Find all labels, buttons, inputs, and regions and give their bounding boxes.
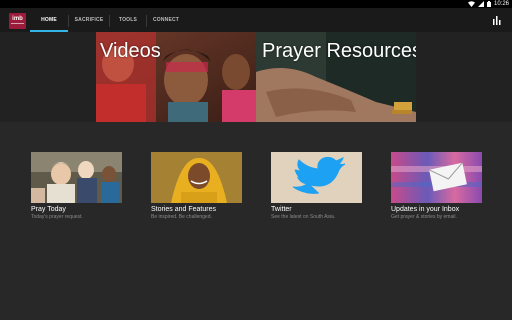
tab-sacrifice[interactable]: SACRIFICE xyxy=(69,8,109,32)
overflow-menu-icon[interactable] xyxy=(493,15,501,25)
wifi-icon xyxy=(467,1,475,7)
prayer-resources-label: Prayer Resources xyxy=(262,40,416,62)
tab-home[interactable]: HOME xyxy=(30,8,68,32)
card-twitter[interactable]: Twitter See the latest on South Asia. xyxy=(271,152,362,221)
card-subtitle: Get prayer & stories by email. xyxy=(391,214,457,220)
card-subtitle: Be inspired. Be challenged. xyxy=(151,214,212,220)
logo-text: imb xyxy=(12,16,23,22)
stories-thumbnail xyxy=(151,152,242,203)
card-title: Twitter xyxy=(271,206,292,213)
card-pray-today[interactable]: Pray Today Today's prayer request. xyxy=(31,152,122,221)
tab-tools[interactable]: TOOLS xyxy=(110,8,146,32)
tab-tools-label: TOOLS xyxy=(118,17,138,23)
status-time: 10:26 xyxy=(493,1,509,7)
status-bar: 10:26 xyxy=(0,0,512,8)
tab-sacrifice-label: SACRIFICE xyxy=(74,17,104,23)
tab-home-label: HOME xyxy=(41,17,57,23)
card-title: Updates in your Inbox xyxy=(391,206,460,213)
imb-logo: imb xyxy=(9,13,26,29)
twitter-thumbnail xyxy=(271,152,362,203)
card-title: Pray Today xyxy=(31,206,66,213)
battery-icon xyxy=(486,1,491,7)
updates-thumbnail xyxy=(391,152,482,203)
pray-today-thumbnail xyxy=(31,152,122,203)
logo-underline xyxy=(11,23,24,24)
active-tab-indicator xyxy=(30,30,68,32)
prayer-resources-banner[interactable]: Prayer Resources xyxy=(256,32,416,122)
card-updates-inbox[interactable]: Updates in your Inbox Get prayer & stori… xyxy=(391,152,482,221)
videos-label: Videos xyxy=(100,40,161,62)
tab-connect-label: CONNECT xyxy=(152,17,180,23)
card-stories-features[interactable]: Stories and Features Be inspired. Be cha… xyxy=(151,152,242,221)
signal-icon xyxy=(477,1,484,7)
card-title: Stories and Features xyxy=(151,206,216,213)
card-subtitle: See the latest on South Asia. xyxy=(271,214,336,220)
videos-banner[interactable]: Videos xyxy=(96,32,256,122)
hero-banner: Videos Prayer Resources xyxy=(96,32,416,122)
tab-connect[interactable]: CONNECT xyxy=(147,8,185,32)
card-subtitle: Today's prayer request. xyxy=(31,214,83,220)
